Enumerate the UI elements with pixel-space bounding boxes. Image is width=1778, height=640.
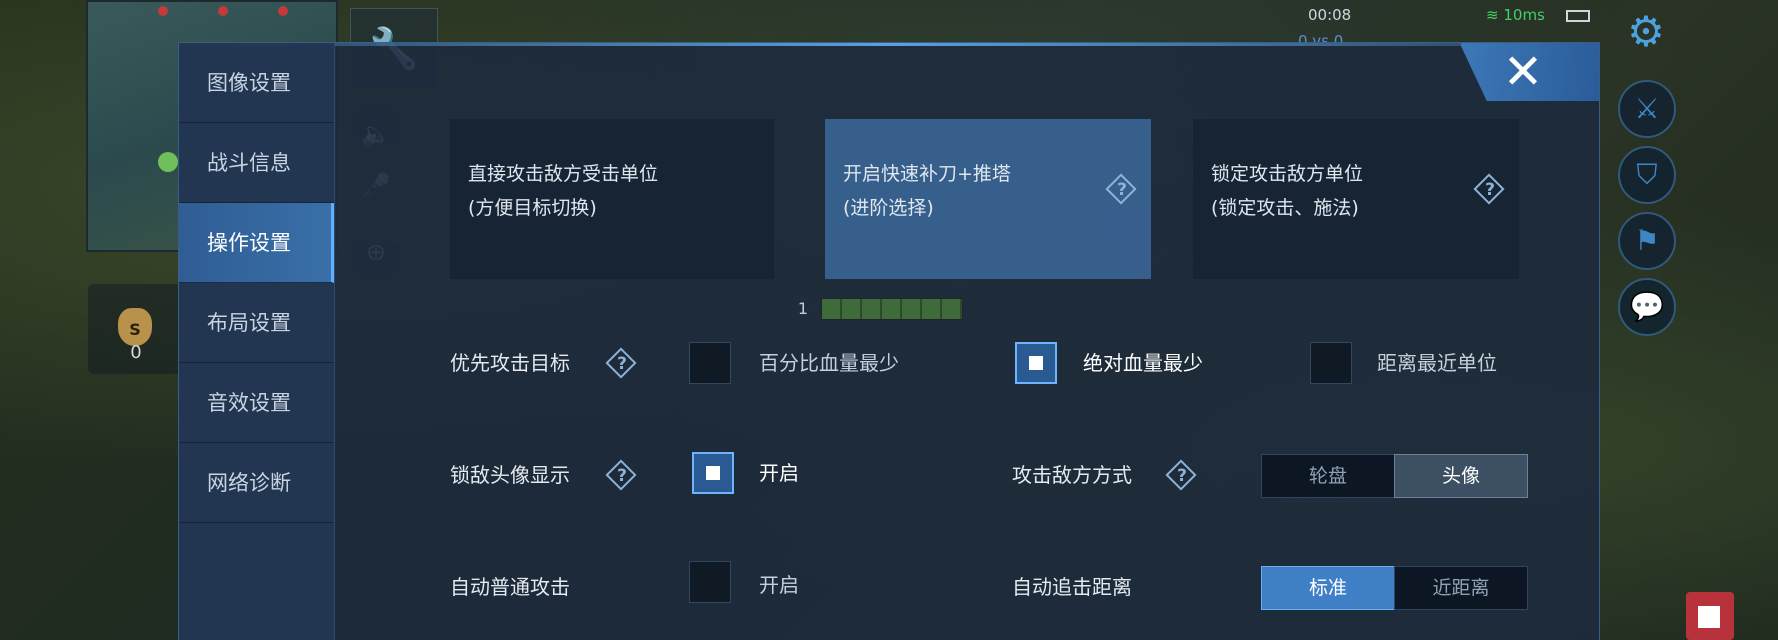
sidebar-item-layout[interactable]: 布局设置: [179, 283, 334, 363]
auto-attack-checkbox[interactable]: [689, 561, 731, 603]
mode-card-direct-attack[interactable]: 直接攻击敌方受击单位 (方便目标切换): [450, 119, 774, 279]
auto-attack-option-label: 开启: [759, 573, 799, 597]
minimap-tower-marker: [218, 6, 228, 16]
help-icon[interactable]: ?: [607, 461, 637, 491]
chase-distance-standard[interactable]: 标准: [1261, 566, 1395, 610]
minimap-tower-marker: [158, 6, 168, 16]
chase-distance-near[interactable]: 近距离: [1394, 566, 1528, 610]
nearest-unit-checkbox[interactable]: [1310, 342, 1352, 384]
battery-icon: [1566, 10, 1590, 22]
minimap-hero-marker: [158, 152, 178, 172]
sidebar-item-audio[interactable]: 音效设置: [179, 363, 334, 443]
lock-avatar-label: 锁敌头像显示: [450, 463, 570, 487]
chase-distance-label: 自动追击距离: [1012, 575, 1132, 599]
gather-signal-icon[interactable]: ⚑: [1618, 212, 1676, 270]
sidebar-item-controls[interactable]: 操作设置: [179, 203, 334, 283]
auto-attack-label: 自动普通攻击: [450, 575, 570, 599]
lowest-percent-hp-checkbox[interactable]: [689, 342, 731, 384]
mode-card-title: 直接攻击敌方受击单位: [468, 163, 659, 185]
sidebar-item-battle-info[interactable]: 战斗信息: [179, 123, 334, 203]
lowest-absolute-hp-checkbox[interactable]: [1015, 342, 1057, 384]
panel-top-border: [179, 43, 1599, 46]
chat-icon[interactable]: 💬: [1618, 278, 1676, 336]
lowest-percent-hp-label: 百分比血量最少: [759, 351, 899, 375]
nearest-unit-label: 距离最近单位: [1377, 351, 1497, 375]
attack-method-wheel[interactable]: 轮盘: [1261, 454, 1395, 498]
ping-value: 10ms: [1503, 6, 1545, 24]
help-icon[interactable]: ?: [1107, 175, 1137, 205]
lowest-absolute-hp-label: 绝对血量最少: [1083, 351, 1203, 375]
settings-sidebar: 图像设置 战斗信息 操作设置 布局设置 音效设置 网络诊断: [179, 43, 335, 640]
attack-method-label: 攻击敌方方式: [1012, 463, 1132, 487]
wifi-icon: ≋: [1486, 6, 1499, 24]
retreat-signal-icon[interactable]: ⛉: [1618, 146, 1676, 204]
priority-target-label: 优先攻击目标: [450, 351, 570, 375]
mode-card-subtitle: (锁定攻击、施法): [1211, 197, 1359, 219]
hero-health-bar: [821, 298, 963, 320]
record-stop-button[interactable]: [1686, 592, 1734, 640]
help-icon[interactable]: ?: [1167, 461, 1197, 491]
close-icon[interactable]: ✕: [1493, 45, 1553, 99]
gear-icon[interactable]: ⚙: [1624, 10, 1668, 54]
minimap-tower-marker: [278, 6, 288, 16]
game-time: 00:08: [1308, 6, 1352, 24]
mode-card-lock-target[interactable]: 锁定攻击敌方单位 (锁定攻击、施法) ?: [1193, 119, 1519, 279]
lock-avatar-option-label: 开启: [759, 461, 799, 485]
mode-card-quick-lasthit[interactable]: 开启快速补刀+推塔 (进阶选择) ?: [825, 119, 1151, 279]
ping-indicator: ≋ 10ms: [1486, 6, 1545, 28]
settings-panel: 图像设置 战斗信息 操作设置 布局设置 音效设置 网络诊断 ✕ 直接攻击敌方受击…: [178, 42, 1600, 640]
help-icon[interactable]: ?: [1475, 175, 1505, 205]
help-icon[interactable]: ?: [607, 349, 637, 379]
attack-method-avatar[interactable]: 头像: [1394, 454, 1528, 498]
mode-card-title: 锁定攻击敌方单位: [1211, 163, 1364, 185]
sidebar-item-graphics[interactable]: 图像设置: [179, 43, 334, 123]
attack-signal-icon[interactable]: ⚔: [1618, 80, 1676, 138]
lock-avatar-checkbox[interactable]: [692, 452, 734, 494]
gold-value: 0: [130, 342, 142, 363]
mode-card-title: 开启快速补刀+推塔: [843, 163, 1011, 185]
mode-card-subtitle: (方便目标切换): [468, 197, 597, 219]
hero-level: 1: [787, 293, 819, 325]
gold-bag-icon: S: [118, 308, 152, 346]
mode-card-subtitle: (进阶选择): [843, 197, 934, 219]
sidebar-item-network[interactable]: 网络诊断: [179, 443, 334, 523]
